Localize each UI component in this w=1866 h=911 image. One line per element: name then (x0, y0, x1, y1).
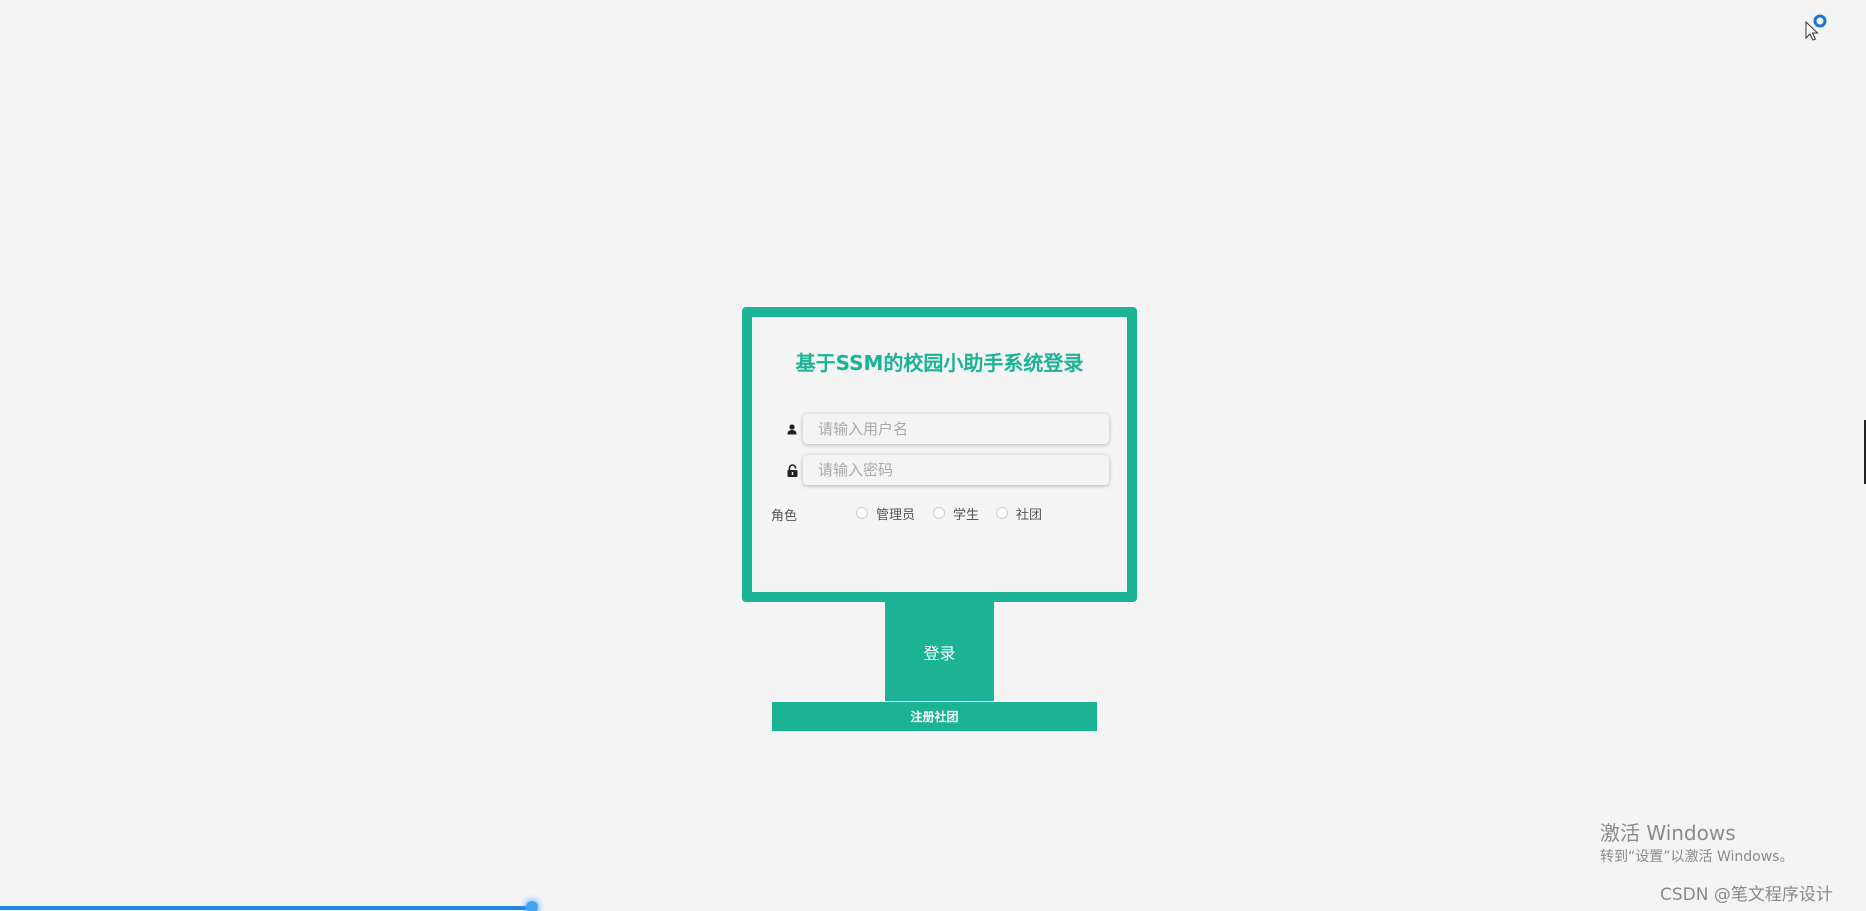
login-page: 基于SSM的校园小助手系统登录 角色 (0, 0, 1866, 911)
login-button[interactable]: 登录 (885, 602, 994, 701)
progress-knob (525, 901, 538, 911)
radio-admin[interactable] (856, 507, 868, 519)
role-label: 角色 (771, 509, 798, 524)
password-row (782, 455, 1117, 485)
windows-activation-watermark: 激活 Windows 转到“设置”以激活 Windows。 (1600, 820, 1793, 868)
watermark-title: 激活 Windows (1600, 821, 1736, 845)
login-panel: 基于SSM的校园小助手系统登录 角色 (742, 307, 1137, 602)
role-selector: 角色 管理员 学生 社团 (771, 503, 1101, 524)
page-load-progress (0, 901, 1866, 911)
csdn-credit: CSDN @笔文程序设计 (1660, 885, 1833, 905)
role-option-label: 社团 (1016, 507, 1043, 523)
page-title: 基于SSM的校园小助手系统登录 (795, 351, 1084, 375)
progress-fill (0, 906, 532, 910)
role-option-admin[interactable]: 管理员 (856, 503, 915, 523)
username-row (782, 414, 1117, 444)
username-input[interactable] (803, 414, 1109, 444)
lock-icon (782, 455, 802, 485)
role-option-label: 管理员 (876, 507, 916, 523)
watermark-subtitle: 转到“设置”以激活 Windows。 (1600, 849, 1794, 865)
user-icon (782, 414, 802, 444)
password-input[interactable] (803, 455, 1109, 485)
register-club-button[interactable]: 注册社团 (772, 702, 1097, 731)
role-option-label: 学生 (953, 507, 980, 523)
role-option-club[interactable]: 社团 (996, 503, 1042, 523)
busy-cursor-icon (1805, 14, 1827, 42)
radio-student[interactable] (933, 507, 945, 519)
role-option-student[interactable]: 学生 (933, 503, 979, 523)
radio-club[interactable] (996, 507, 1008, 519)
